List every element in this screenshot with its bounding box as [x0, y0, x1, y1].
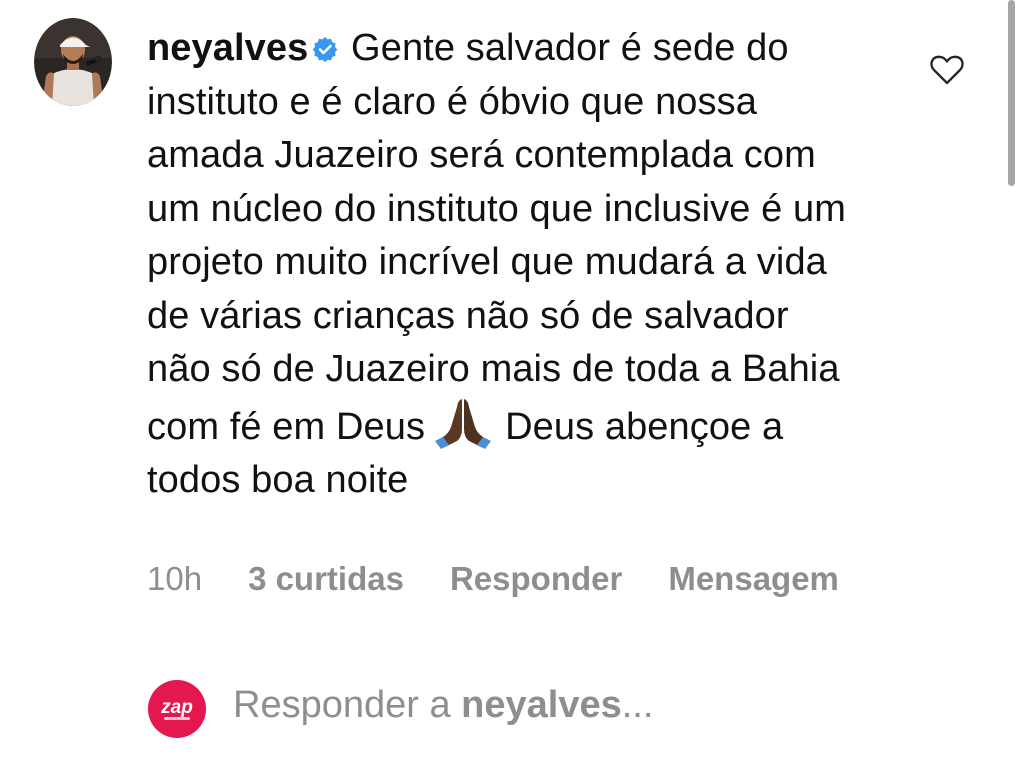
comment-time: 10h: [147, 560, 203, 597]
reply-placeholder-prefix: Responder a: [233, 684, 451, 726]
likes-count-link[interactable]: 3 curtidas: [248, 560, 404, 598]
comment-text: Gente salvador é sede do instituto e é c…: [147, 27, 847, 448]
praying-hands-icon: [431, 397, 495, 449]
reply-placeholder-target: neyalves: [461, 684, 622, 726]
reply-input[interactable]: Responder a neyalves...: [233, 684, 653, 727]
like-heart-icon[interactable]: [930, 55, 964, 85]
verified-badge-icon: [312, 24, 338, 63]
comment-meta-row: 10h 3 curtidas Responder Mensagem: [147, 556, 839, 602]
comment-body: neyalves Gente salvador é sede do instit…: [147, 22, 852, 508]
zap-logo-text: zap: [160, 697, 193, 718]
reply-placeholder-ellipsis: ...: [621, 684, 654, 726]
scrollbar-thumb[interactable]: [1008, 0, 1015, 186]
commenter-avatar[interactable]: [34, 18, 112, 106]
reply-link[interactable]: Responder: [450, 560, 622, 598]
message-link[interactable]: Mensagem: [668, 560, 839, 598]
comment-username[interactable]: neyalves: [147, 27, 308, 69]
avatar-photo: [34, 18, 112, 106]
current-user-avatar[interactable]: zap: [148, 680, 206, 738]
